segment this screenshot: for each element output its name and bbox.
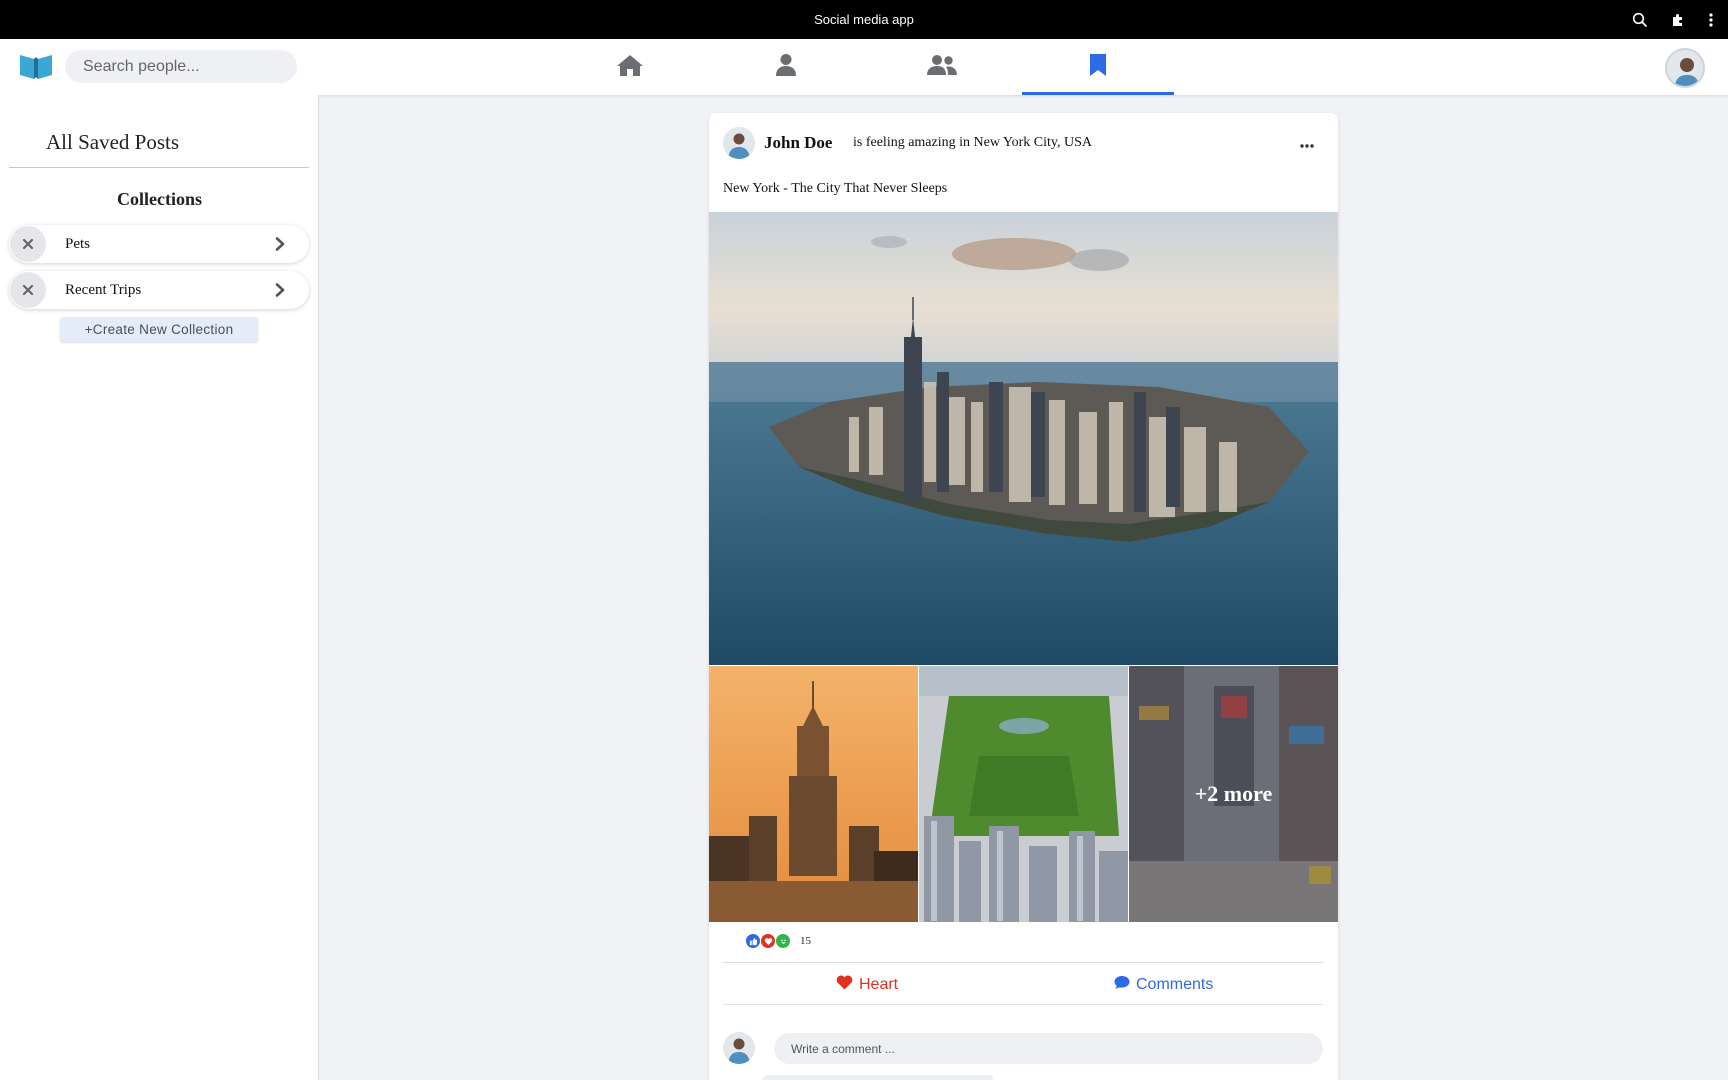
divider: [9, 167, 309, 168]
search-input[interactable]: [65, 50, 297, 83]
collection-label: Pets: [65, 235, 91, 252]
saved-sidebar: All Saved Posts Collections Pets Recent …: [0, 95, 319, 1080]
window-title: Social media app: [814, 12, 914, 27]
post-caption: New York - The City That Never Sleeps: [723, 181, 948, 196]
avatar[interactable]: [1665, 48, 1705, 88]
tab-saved[interactable]: [1022, 39, 1174, 95]
tab-home[interactable]: [554, 39, 706, 95]
collection-item-pets[interactable]: Pets: [9, 225, 309, 263]
chevron-right-icon: [275, 283, 285, 297]
more-photos-label: +2 more: [1129, 666, 1338, 922]
tab-friends[interactable]: [866, 39, 1018, 95]
heart-label: Heart: [859, 976, 899, 993]
collections-heading: Collections: [117, 189, 202, 209]
home-icon: [616, 53, 644, 82]
comment-preview: [763, 1075, 993, 1080]
user-icon: [775, 53, 797, 82]
post-photo-main[interactable]: [709, 212, 1338, 665]
users-icon: [927, 54, 957, 81]
close-icon[interactable]: [10, 226, 46, 262]
comment-icon: [1114, 975, 1130, 995]
heart-button[interactable]: Heart: [836, 975, 898, 995]
post-card: John Doe is feeling amazing in New York …: [709, 113, 1338, 1080]
collection-label: Recent Trips: [65, 281, 142, 298]
commenter-avatar: [723, 1032, 755, 1064]
comments-button[interactable]: Comments: [1114, 975, 1213, 995]
sidebar-title[interactable]: All Saved Posts: [46, 130, 179, 155]
chevron-right-icon: [275, 237, 285, 251]
zoom-icon[interactable]: [1632, 12, 1648, 28]
comments-label: Comments: [1136, 976, 1214, 993]
reaction-summary[interactable]: 15: [745, 933, 811, 949]
app-logo[interactable]: [19, 52, 53, 80]
close-icon[interactable]: [10, 272, 46, 308]
heart-icon: [836, 975, 853, 995]
bookmark-icon: [1089, 53, 1107, 82]
window-titlebar: Social media app: [0, 0, 1728, 39]
author-avatar[interactable]: [723, 127, 755, 159]
like-icon: [745, 933, 761, 949]
more-options-icon[interactable]: [1300, 135, 1314, 153]
love-icon: [760, 933, 776, 949]
collection-item-recent-trips[interactable]: Recent Trips: [9, 271, 309, 309]
tab-profile[interactable]: [710, 39, 862, 95]
post-author[interactable]: John Doe: [764, 133, 832, 153]
divider: [723, 962, 1323, 963]
browser-toolbar: [1632, 0, 1714, 39]
haha-icon: [775, 933, 791, 949]
kebab-menu-icon[interactable]: [1708, 12, 1714, 28]
post-photo-thumb-more[interactable]: +2 more: [1129, 666, 1338, 922]
comment-input[interactable]: [774, 1033, 1323, 1064]
post-photo-thumb[interactable]: [709, 666, 918, 922]
post-photo-thumb[interactable]: [919, 666, 1128, 922]
create-collection-button[interactable]: +Create New Collection: [60, 317, 258, 342]
reaction-count: 15: [800, 935, 811, 947]
top-navigation: [0, 39, 1728, 95]
extensions-icon[interactable]: [1670, 12, 1686, 28]
post-feeling: is feeling amazing in New York City, USA: [853, 135, 1093, 150]
divider: [723, 1004, 1323, 1005]
